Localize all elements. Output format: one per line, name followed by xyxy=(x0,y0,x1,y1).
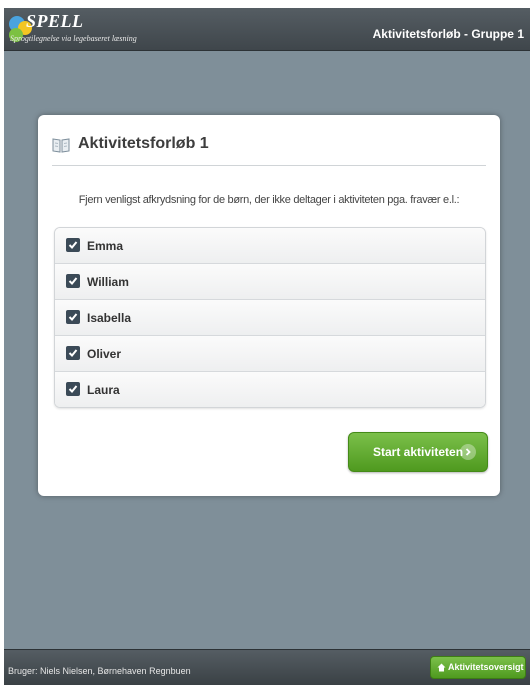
checkbox-checked[interactable] xyxy=(66,310,80,324)
children-checklist: Emma William Isabella Oliver xyxy=(54,227,486,408)
bottom-bar: Bruger: Niels Nielsen, Børnehaven Regnbu… xyxy=(4,649,530,685)
list-item[interactable]: William xyxy=(55,264,485,300)
chevron-right-icon xyxy=(460,444,476,460)
list-item[interactable]: Emma xyxy=(55,228,485,264)
checkbox-checked[interactable] xyxy=(66,346,80,360)
checkbox-checked[interactable] xyxy=(66,238,80,252)
logo-text: SPELL xyxy=(26,11,84,32)
logo-subtitle: Sprogtilegnelse via legebaseret læsning xyxy=(10,34,137,43)
book-icon xyxy=(52,137,70,153)
top-bar: SPELL Sprogtilegnelse via legebaseret læ… xyxy=(4,8,530,51)
activity-overview-label: Aktivitetsoversigt xyxy=(448,662,524,672)
list-item[interactable]: Isabella xyxy=(55,300,485,336)
checkbox-checked[interactable] xyxy=(66,382,80,396)
activity-overview-button[interactable]: Aktivitetsoversigt xyxy=(430,656,526,679)
child-name: Laura xyxy=(87,383,120,397)
start-activity-button[interactable]: Start aktiviteten xyxy=(348,432,488,472)
child-name: Isabella xyxy=(87,311,131,325)
user-info: Bruger: Niels Nielsen, Børnehaven Regnbu… xyxy=(8,666,191,676)
child-name: William xyxy=(87,275,129,289)
child-name: Oliver xyxy=(87,347,121,361)
card-title: Aktivitetsforløb 1 xyxy=(78,135,209,153)
app-frame: SPELL Sprogtilegnelse via legebaseret læ… xyxy=(4,8,530,684)
activity-card: Aktivitetsforløb 1 Fjern venligst afkryd… xyxy=(38,115,500,496)
list-item[interactable]: Laura xyxy=(55,372,485,407)
home-icon xyxy=(437,663,446,672)
instruction-text: Fjern venligst afkrydsning for de børn, … xyxy=(38,194,500,206)
page-title: Aktivitetsforløb - Gruppe 1 xyxy=(373,27,524,41)
child-name: Emma xyxy=(87,239,123,253)
list-item[interactable]: Oliver xyxy=(55,336,485,372)
start-activity-label: Start aktiviteten xyxy=(373,445,463,459)
card-header: Aktivitetsforløb 1 xyxy=(52,135,486,166)
checkbox-checked[interactable] xyxy=(66,274,80,288)
